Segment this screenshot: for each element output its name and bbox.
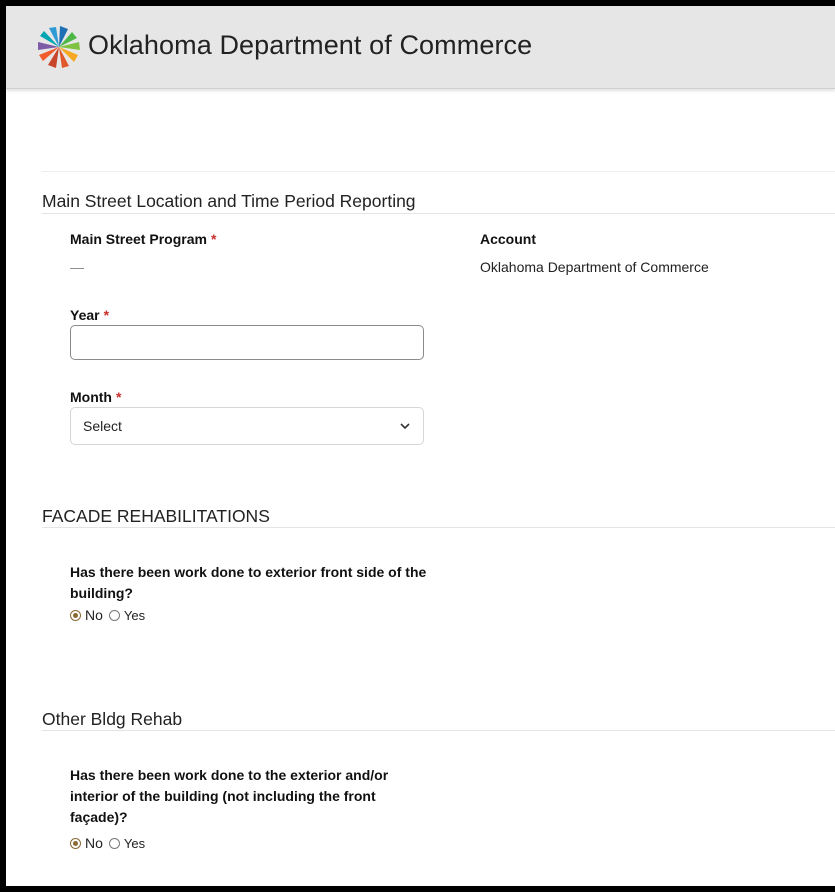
facade-radio-no[interactable] (70, 609, 81, 621)
other-rehab-question: Has there been work done to the exterior… (70, 767, 389, 825)
app-window: Oklahoma Department of Commerce Main Str… (6, 6, 835, 886)
location-section-title: Main Street Location and Time Period Rep… (42, 191, 416, 211)
facade-section-title: FACADE REHABILITATIONS (42, 506, 270, 526)
app-header: Oklahoma Department of Commerce (6, 6, 835, 89)
section-divider (42, 527, 835, 528)
main-street-program-value: — (70, 259, 84, 275)
other-rehab-radio-group: No Yes (70, 835, 151, 851)
account-label: Account (480, 231, 536, 247)
radio-label: No (85, 835, 103, 851)
page-title: Oklahoma Department of Commerce (88, 30, 533, 60)
facade-radio-yes[interactable] (108, 609, 120, 621)
other-rehab-section-title: Other Bldg Rehab (42, 709, 183, 729)
month-label: Month * (70, 389, 122, 405)
radio-label: Yes (123, 835, 146, 851)
oklahoma-commerce-logo-icon[interactable] (34, 24, 84, 70)
section-divider (42, 213, 835, 214)
chevron-down-icon (400, 423, 410, 430)
year-input[interactable] (70, 325, 424, 360)
facade-question: Has there been work done to exterior fro… (70, 564, 427, 601)
other-rehab-radio-yes[interactable] (108, 837, 120, 849)
month-select[interactable]: Select (70, 407, 424, 445)
other-rehab-radio-no[interactable] (70, 837, 81, 849)
year-label: Year * (70, 307, 110, 323)
radio-label: No (85, 607, 103, 623)
required-marker: * (103, 307, 110, 323)
required-marker: * (210, 231, 217, 247)
form-divider (42, 171, 835, 172)
radio-label: Yes (123, 607, 146, 623)
required-marker: * (115, 389, 122, 405)
section-divider (42, 730, 835, 731)
month-select-value: Select (83, 418, 122, 434)
facade-radio-group: No Yes (70, 607, 151, 623)
main-street-program-label: Main Street Program * (70, 231, 217, 247)
account-value[interactable]: Oklahoma Department of Commerce (480, 259, 709, 275)
